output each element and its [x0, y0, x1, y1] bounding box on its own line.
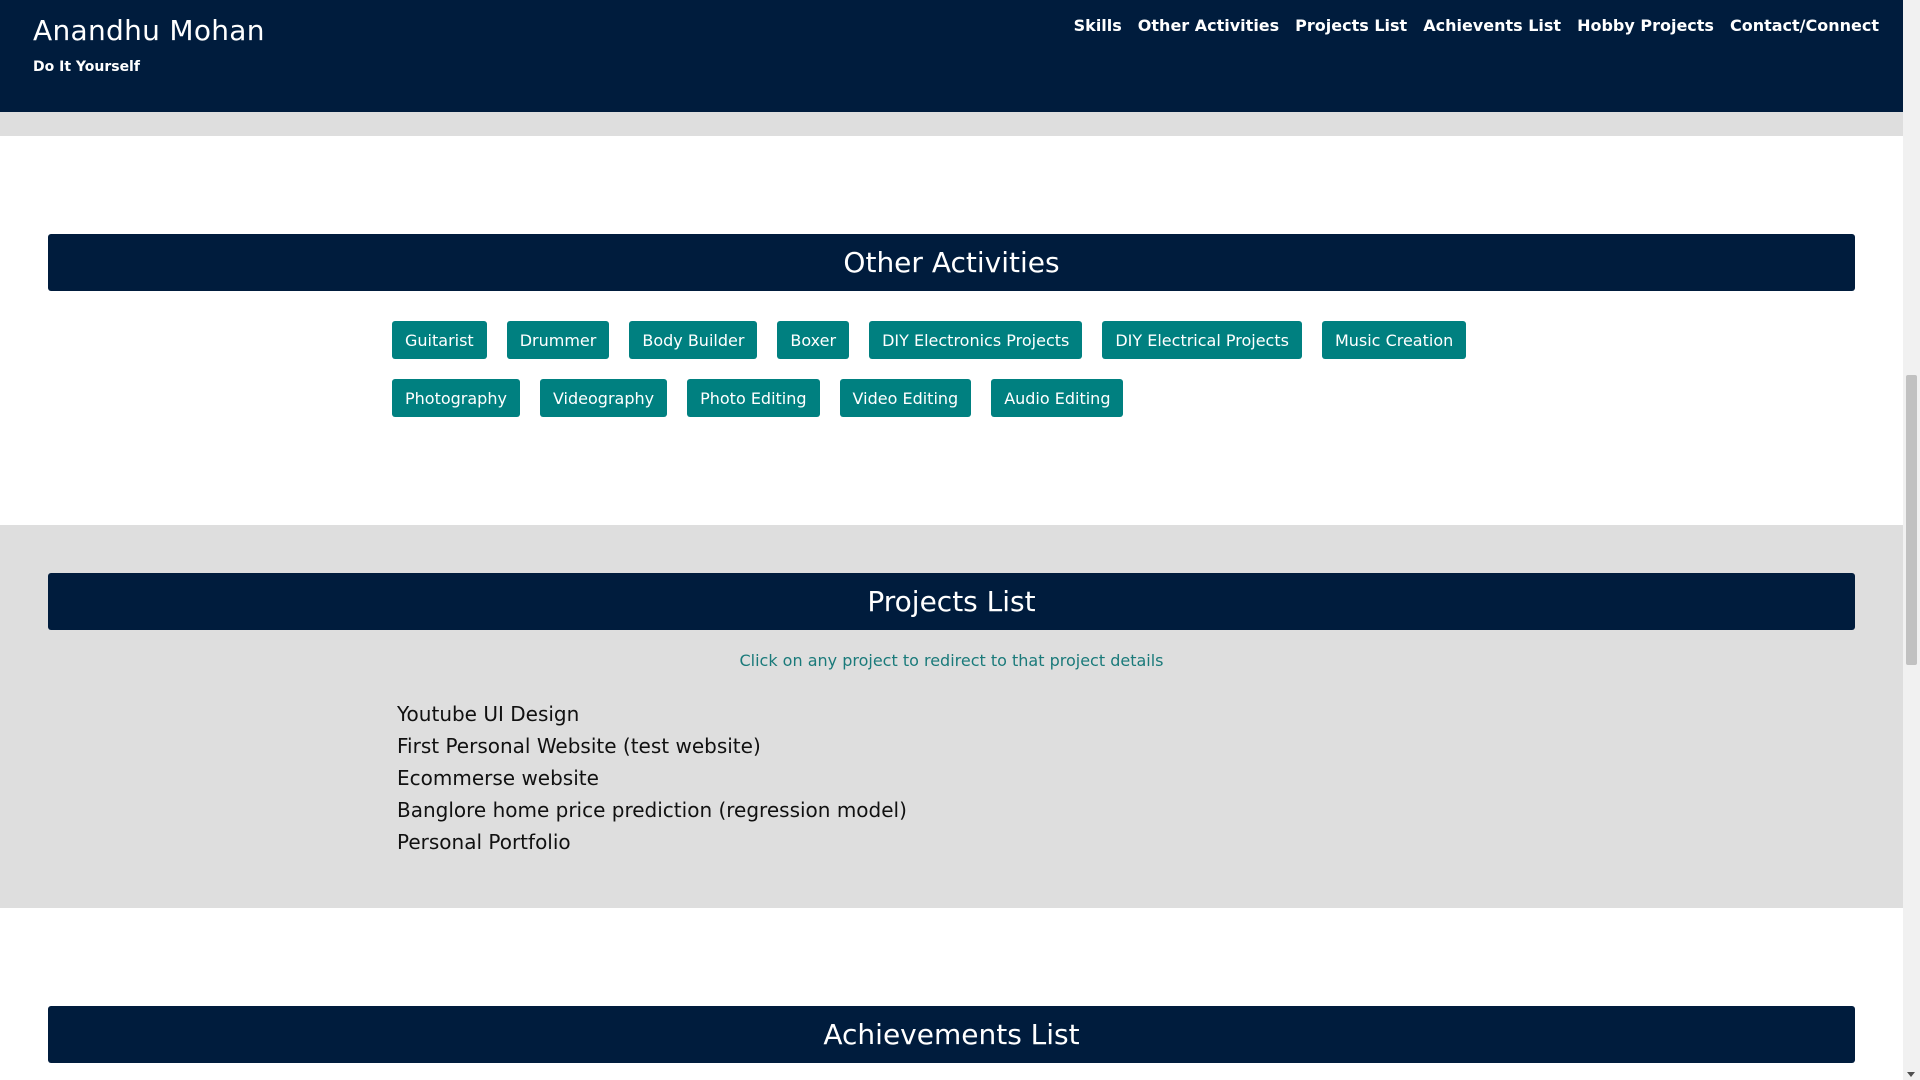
activity-chip-diy-electrical[interactable]: DIY Electrical Projects — [1102, 321, 1302, 359]
activity-chip-video-editing[interactable]: Video Editing — [839, 379, 972, 417]
brand-tagline: Do It Yourself — [33, 59, 140, 75]
activity-chip-diy-electronics[interactable]: DIY Electronics Projects — [869, 321, 1083, 359]
projects-list-section: Projects List Click on any project to re… — [0, 525, 1903, 908]
page: Anandhu Mohan Do It Yourself Skills Othe… — [0, 0, 1920, 1080]
activity-chip-drummer[interactable]: Drummer — [506, 321, 610, 359]
nav-link-skills[interactable]: Skills — [1074, 16, 1122, 35]
project-link-ecommerce-website[interactable]: Ecommerse website — [397, 762, 907, 794]
nav-link-contact-connect[interactable]: Contact/Connect — [1730, 16, 1879, 35]
scroll-down-arrow-icon[interactable] — [1907, 1072, 1915, 1077]
activity-chip-body-builder[interactable]: Body Builder — [629, 321, 758, 359]
skills-section-edge — [0, 112, 1903, 136]
site-header: Anandhu Mohan Do It Yourself Skills Othe… — [0, 0, 1903, 112]
activity-chip-videography[interactable]: Videography — [539, 379, 668, 417]
other-activities-heading: Other Activities — [48, 234, 1855, 291]
main-nav: Skills Other Activities Projects List Ac… — [1074, 16, 1879, 35]
activity-chip-photography[interactable]: Photography — [392, 379, 520, 417]
project-link-banglore-price-prediction[interactable]: Banglore home price prediction (regressi… — [397, 794, 907, 826]
brand-name: Anandhu Mohan — [33, 14, 265, 47]
page-scrollbar[interactable] — [1903, 0, 1920, 1080]
activity-chip-photo-editing[interactable]: Photo Editing — [687, 379, 820, 417]
activities-row-1: Guitarist Drummer Body Builder Boxer DIY… — [392, 321, 1467, 359]
project-link-youtube-ui[interactable]: Youtube UI Design — [397, 698, 907, 730]
activities-row-2: Photography Videography Photo Editing Vi… — [392, 379, 1124, 417]
project-link-first-personal-website[interactable]: First Personal Website (test website) — [397, 730, 907, 762]
activity-chip-guitarist[interactable]: Guitarist — [392, 321, 487, 359]
projects-list-heading: Projects List — [48, 573, 1855, 630]
nav-link-achievements-list[interactable]: Achievents List — [1423, 16, 1561, 35]
achievements-list-heading: Achievements List — [48, 1006, 1855, 1063]
scrollbar-thumb[interactable] — [1906, 375, 1917, 665]
activity-chip-music-creation[interactable]: Music Creation — [1321, 321, 1467, 359]
activity-chip-boxer[interactable]: Boxer — [777, 321, 850, 359]
project-list: Youtube UI Design First Personal Website… — [397, 698, 907, 858]
nav-link-hobby-projects[interactable]: Hobby Projects — [1577, 16, 1714, 35]
other-activities-section: Other Activities Guitarist Drummer Body … — [0, 136, 1903, 525]
activity-chip-audio-editing[interactable]: Audio Editing — [991, 379, 1124, 417]
page-content: Anandhu Mohan Do It Yourself Skills Othe… — [0, 0, 1903, 1080]
nav-link-other-activities[interactable]: Other Activities — [1138, 16, 1279, 35]
nav-link-projects-list[interactable]: Projects List — [1295, 16, 1407, 35]
achievements-list-section: Achievements List — [0, 908, 1903, 1080]
project-link-personal-portfolio[interactable]: Personal Portfolio — [397, 826, 907, 858]
projects-hint-text: Click on any project to redirect to that… — [739, 651, 1164, 670]
